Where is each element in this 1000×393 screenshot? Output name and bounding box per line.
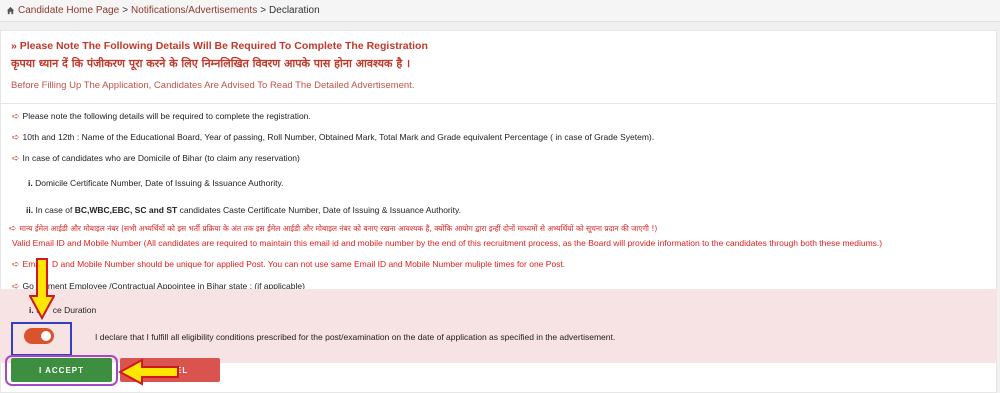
sub-item-text: candidates Caste Certificate Number, Dat… xyxy=(179,205,461,215)
item-text: 10th and 12th : Name of the Educational … xyxy=(22,132,655,142)
notice-section: » Please Note The Following Details Will… xyxy=(11,40,991,91)
accept-button[interactable]: I ACCEPT xyxy=(11,358,112,382)
sub-item-number: i. xyxy=(28,178,33,188)
list-item: ➪ Ema D and Mobile Number should be unique… xyxy=(12,259,565,270)
list-item: ➪ Please note the following details will … xyxy=(12,111,311,122)
breadcrumb-notifications-link[interactable]: Notifications/Advertisements xyxy=(131,5,257,16)
yellow-arrow-icon xyxy=(118,358,179,386)
hand-point-right-icon: ➪ xyxy=(12,153,20,163)
declaration-band xyxy=(0,289,997,363)
notice-advice: Before Filling Up The Application, Candi… xyxy=(11,80,415,91)
notice-title: » Please Note The Following Details Will… xyxy=(11,40,428,52)
breadcrumb-current: Declaration xyxy=(269,5,320,16)
breadcrumb-separator: > xyxy=(122,5,129,16)
breadcrumb-separator: > xyxy=(260,5,267,16)
notice-hindi: कृपया ध्यान दें कि पंजीकरण पूरा करने के … xyxy=(11,57,411,70)
hand-point-right-icon: ➪ xyxy=(12,111,20,121)
sub-item-text: ce Duration xyxy=(52,305,97,315)
hand-point-right-icon: ➪ xyxy=(9,224,17,234)
hand-point-right-icon: ➪ xyxy=(12,259,20,269)
hand-point-right-icon: ➪ xyxy=(12,132,20,142)
sub-item-text: Domicile Certificate Number, Date of Iss… xyxy=(35,178,284,188)
item-text: Valid Email ID and Mobile Number (All ca… xyxy=(12,238,883,248)
list-item: ➪ 10th and 12th : Name of the Educational… xyxy=(12,132,654,143)
breadcrumb: Candidate Home Page > Notifications/Adve… xyxy=(0,0,1000,22)
item-text: मान्य ईमेल आईडी और मोबाइल नंबर (सभी अभ्य… xyxy=(19,224,658,233)
sub-item-bold: BC,WBC,EBC, SC and ST xyxy=(74,205,178,215)
declaration-text: I declare that I fulfill all eligibility… xyxy=(95,332,616,342)
toggle-knob xyxy=(41,331,51,341)
home-icon xyxy=(6,6,15,15)
item-text: D and Mobile Number should be unique for… xyxy=(52,259,566,269)
sub-item: ii. In case of BC,WBC,EBC, SC and ST can… xyxy=(26,205,461,215)
list-item: ➪ In case of candidates who are Domicile … xyxy=(12,153,300,164)
declaration-toggle[interactable] xyxy=(24,328,54,344)
item-text: In case of candidates who are Domicile o… xyxy=(22,153,300,163)
sub-item: i. Domicile Certificate Number, Date of … xyxy=(28,178,283,188)
list-item-hindi-email: ➪ मान्य ईमेल आईडी और मोबाइल नंबर (सभी अभ्… xyxy=(9,224,657,234)
divider xyxy=(1,103,996,104)
item-text: Please note the following details will b… xyxy=(22,111,311,121)
yellow-arrow-icon xyxy=(29,258,55,320)
sub-item-text: In case of xyxy=(35,205,73,215)
list-item-email: Valid Email ID and Mobile Number (All ca… xyxy=(12,238,882,248)
breadcrumb-home-link[interactable]: Candidate Home Page xyxy=(18,5,119,16)
sub-item-number: ii. xyxy=(26,205,34,215)
